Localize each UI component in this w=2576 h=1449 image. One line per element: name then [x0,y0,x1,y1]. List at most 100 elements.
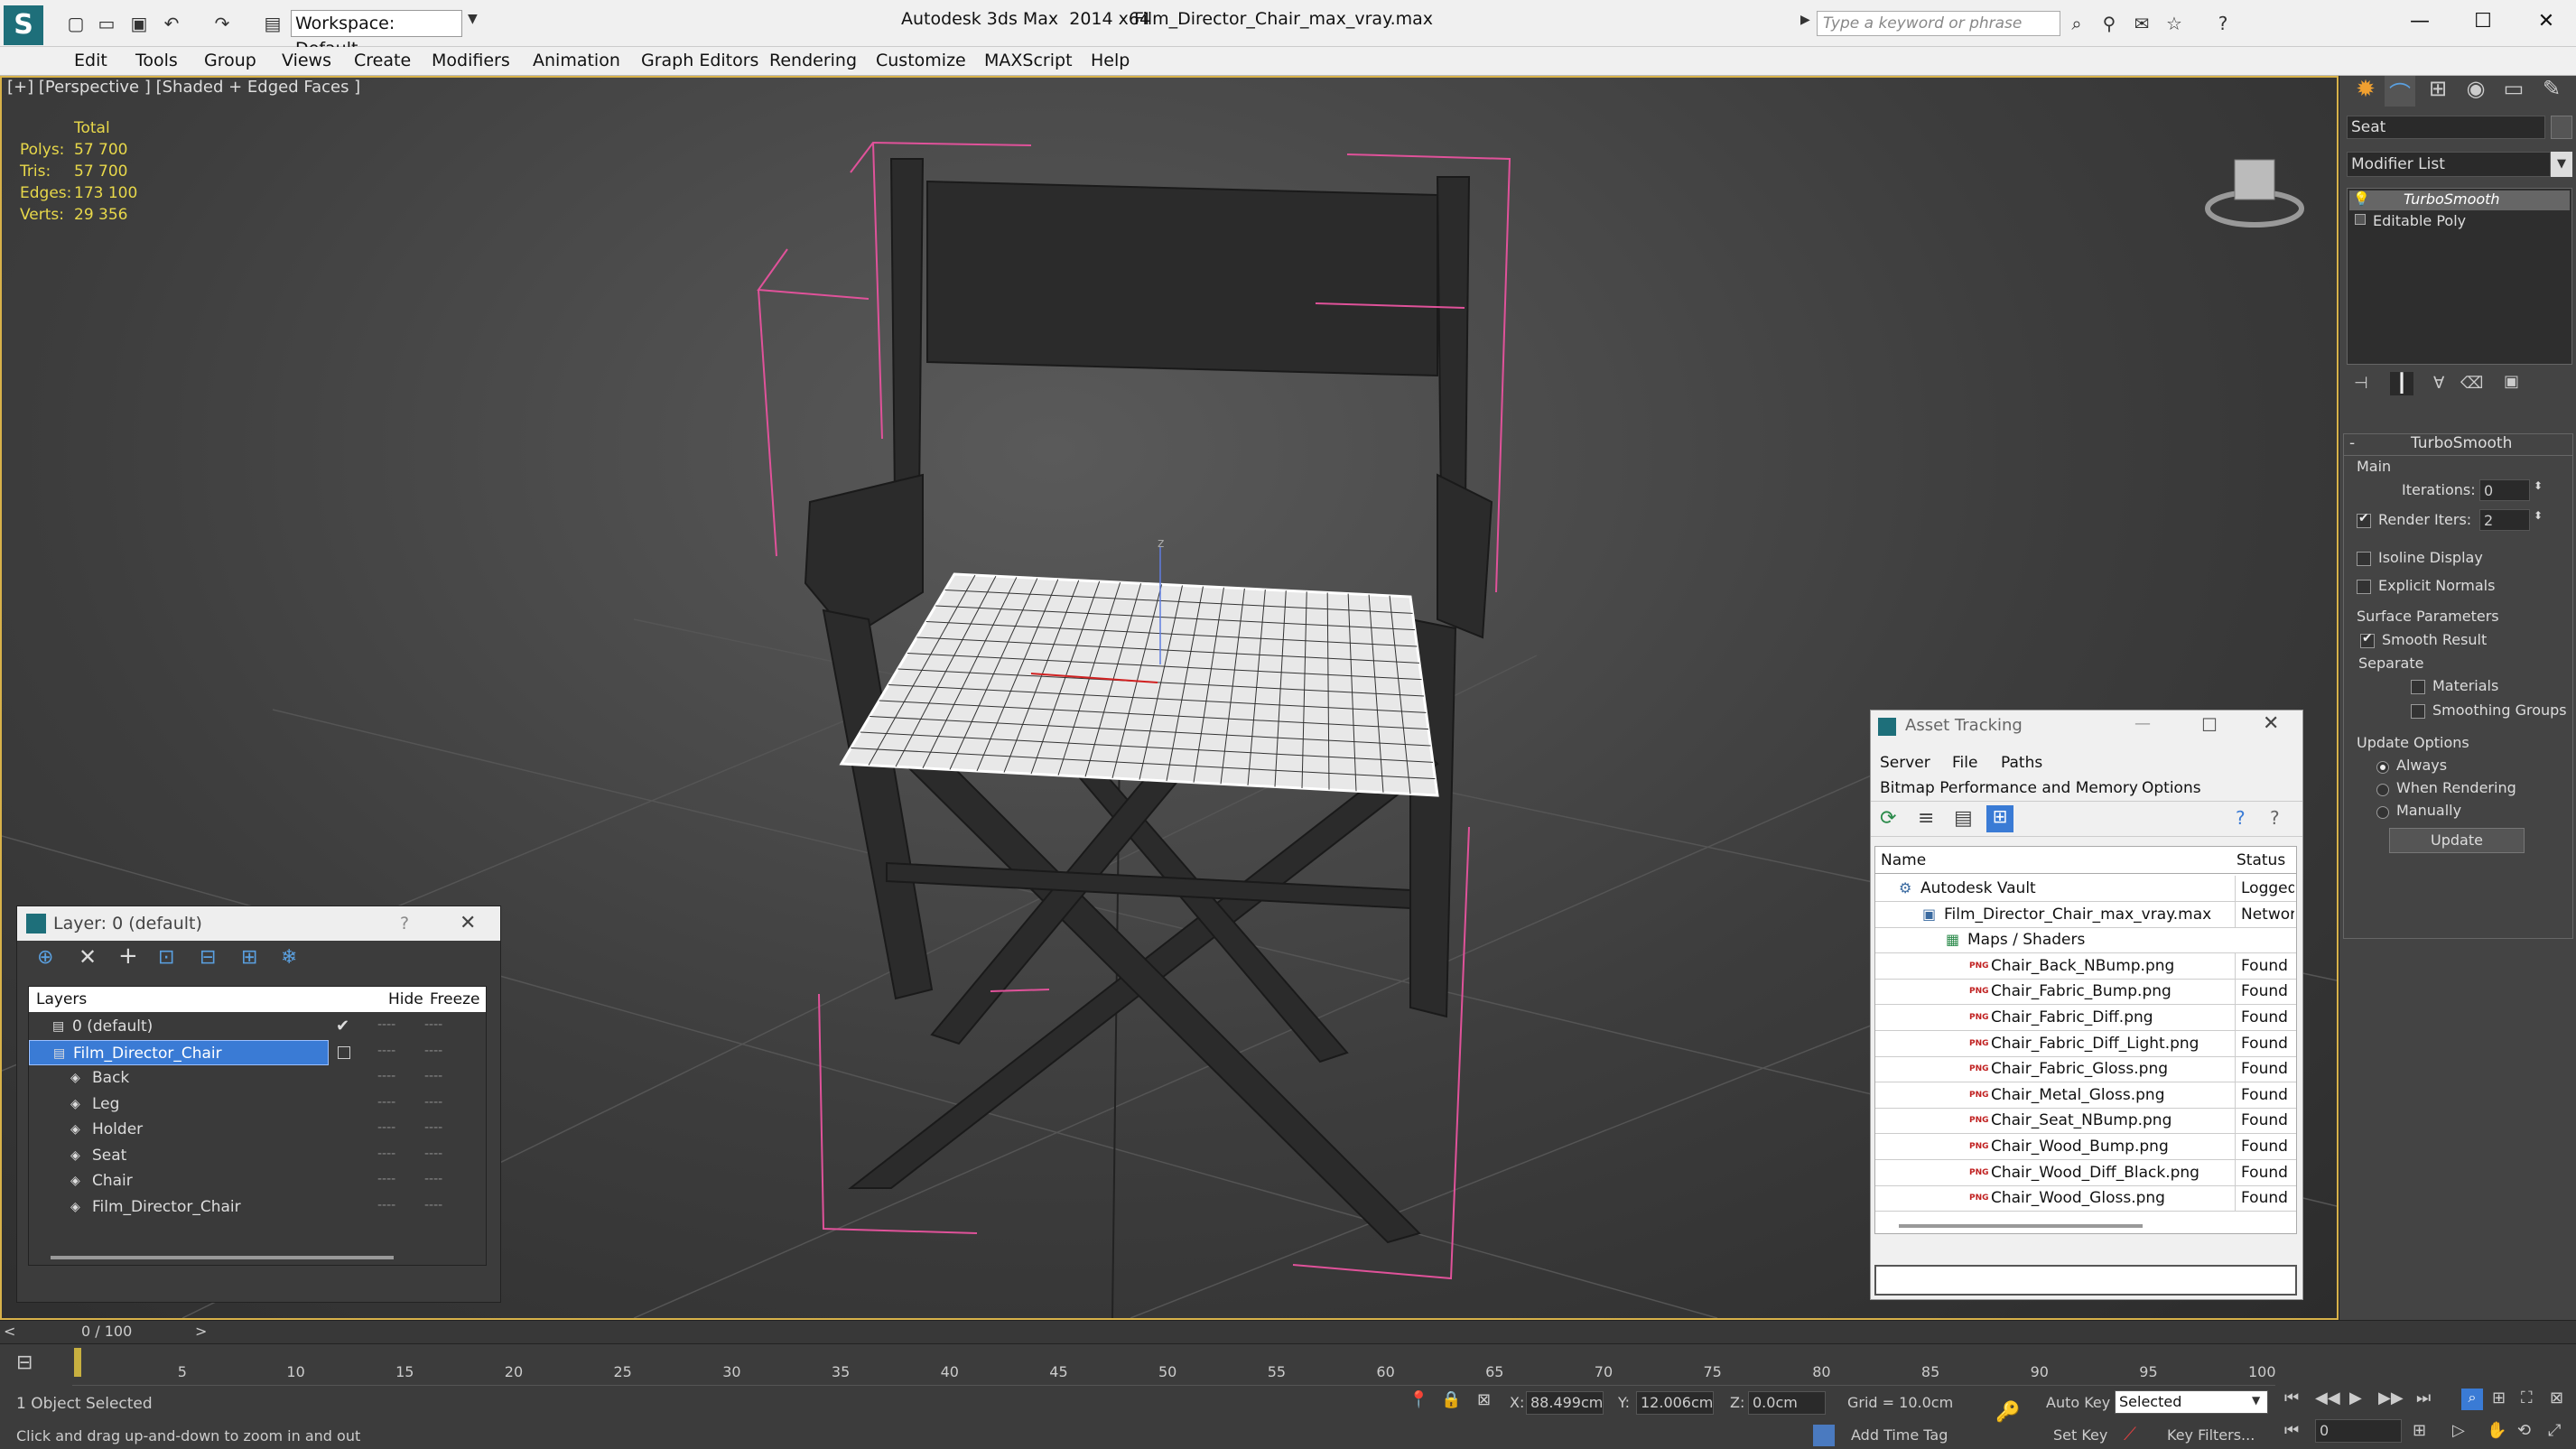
layer-hide-toggle[interactable]: ---- [377,1141,395,1166]
always-radio[interactable] [2376,761,2389,774]
key-mode-chevron-icon[interactable]: ▼ [2252,1394,2260,1407]
key-mode-toggle-icon[interactable]: ⏮ [2284,1421,2299,1440]
new-file-icon[interactable]: ▢ [65,13,87,34]
make-unique-icon[interactable]: ∀ [2433,374,2444,393]
configure-sets-icon[interactable]: ▣ [2504,372,2519,391]
menu-edit[interactable]: Edit [69,49,113,72]
asset-row[interactable]: PNG Chair_Wood_Bump.png Found [1875,1134,2296,1160]
layer-hide-toggle[interactable]: ---- [377,1090,395,1115]
object-color-swatch[interactable] [2551,116,2572,139]
layer-name-cell[interactable]: ◈ Back [29,1065,329,1091]
asset-row[interactable]: PNG Chair_Fabric_Bump.png Found [1875,979,2296,1006]
menu-maxscript[interactable]: MAXScript [979,49,1078,72]
stack-item-editable-poly[interactable]: Editable Poly [2349,212,2570,232]
motion-tab-icon[interactable]: ◉ [2460,76,2491,107]
x-coord-field[interactable]: 88.499cm [1526,1391,1604,1415]
highlight-layer-icon[interactable]: ⊟ [200,946,216,969]
asset-minimize-button[interactable]: — [2134,714,2151,733]
set-key-button[interactable]: Set Key [2053,1426,2107,1444]
create-layer-icon[interactable]: ⊕ [37,946,53,969]
hierarchy-tab-icon[interactable]: ⊞ [2423,76,2453,107]
pin-stack-icon[interactable]: ⊣ [2354,374,2368,393]
time-ruler-cursor[interactable] [74,1348,81,1377]
layer-dialog-header[interactable]: Layer: 0 (default) ? ✕ [17,906,500,941]
asset-row[interactable]: PNG Chair_Metal_Gloss.png Found [1875,1082,2296,1109]
redo-icon[interactable]: ↷ [211,13,233,34]
time-slider-prev-icon[interactable]: < [4,1323,15,1340]
render-iters-checkbox[interactable] [2357,511,2371,528]
manually-radio[interactable] [2376,806,2389,819]
layer-name-cell[interactable]: ▤ Film_Director_Chair [29,1039,329,1065]
vault-help-icon[interactable]: ? [2236,807,2246,829]
close-window-button[interactable]: ✕ [2526,5,2566,38]
zoom-all-icon[interactable]: ⊞ [2492,1389,2506,1407]
binoculars-icon[interactable]: ⌕ [2066,13,2088,34]
auto-key-button[interactable]: Auto Key [2046,1394,2110,1411]
time-slider-next-icon[interactable]: > [195,1323,207,1340]
render-iters-spinner-arrows-icon[interactable]: ⬍ [2534,509,2543,522]
asset-row[interactable]: PNG Chair_Fabric_Diff_Light.png Found [1875,1030,2296,1057]
layer-row[interactable]: ◈ Seat ---- ---- [29,1143,486,1168]
layer-freeze-toggle[interactable]: ---- [424,1115,442,1140]
when-rendering-radio[interactable] [2376,784,2389,796]
asset-menu-file[interactable]: File [1952,754,1977,772]
go-to-end-icon[interactable]: ⏭ [2416,1389,2431,1407]
workspace-chevron-icon[interactable]: ▼ [468,12,484,35]
layer-freeze-toggle[interactable]: ---- [424,1038,442,1064]
layer-name-cell[interactable]: ◈ Film_Director_Chair [29,1194,329,1220]
layer-row[interactable]: ◈ Chair ---- ---- [29,1168,486,1194]
explicit-normals-checkbox[interactable] [2357,580,2371,594]
layer-freeze-toggle[interactable]: ---- [424,1090,442,1115]
subscription-icon[interactable]: ⚲ [2098,13,2120,34]
app-logo-icon[interactable]: S [4,5,43,45]
absolute-mode-icon[interactable]: ⊠ [1477,1390,1491,1409]
time-slider-track[interactable]: < 0 / 100 > [0,1321,2576,1344]
menu-tools[interactable]: Tools [130,49,183,72]
asset-row[interactable]: PNG Chair_Seat_NBump.png Found [1875,1108,2296,1135]
layer-name-cell[interactable]: ◈ Leg [29,1091,329,1117]
current-frame-field[interactable]: 0 [2315,1419,2402,1443]
hide-all-layers-icon[interactable]: ⊞ [241,946,257,969]
undo-icon[interactable]: ↶ [161,13,182,34]
asset-menu-options[interactable]: Options [2142,779,2201,797]
layer-row[interactable]: ▤ Film_Director_Chair ---- ---- [29,1038,486,1065]
smoothing-groups-checkbox[interactable] [2411,704,2425,719]
freeze-all-layers-icon[interactable]: ❄ [281,946,297,969]
table-view-icon[interactable]: ⊞ [1986,805,2013,832]
go-to-start-icon[interactable]: ⏮ [2284,1389,2299,1407]
display-tab-icon[interactable]: ▭ [2498,76,2529,107]
asset-close-button[interactable]: ✕ [2263,712,2279,735]
update-button[interactable]: Update [2389,828,2525,853]
modify-tab-icon[interactable]: ⌒ [2385,76,2415,107]
image-view-icon[interactable]: ▤ [1954,807,1973,830]
viewport-label[interactable]: [+] [Perspective ] [Shaded + Edged Faces… [7,78,360,97]
layer-hide-toggle[interactable]: ---- [377,1038,395,1064]
delete-layer-icon[interactable]: ✕ [79,944,97,970]
menu-graph-editors[interactable]: Graph Editors [636,49,764,72]
layer-row[interactable]: ◈ Back ---- ---- [29,1065,486,1091]
y-coord-field[interactable]: 12.006cm [1636,1391,1714,1415]
select-in-layer-icon[interactable]: ⊡ [158,946,174,969]
utilities-tab-icon[interactable]: ✎ [2536,76,2567,107]
layer-name-cell[interactable]: ◈ Seat [29,1143,329,1168]
asset-menu-server[interactable]: Server [1880,754,1930,772]
layer-freeze-toggle[interactable]: ---- [424,1012,442,1037]
render-iters-spinner[interactable]: 2 [2479,509,2530,531]
maximize-button[interactable]: ☐ [2463,5,2503,38]
workspace-dropdown[interactable]: Workspace: Default [291,10,462,59]
add-to-layer-icon[interactable]: + [118,943,138,970]
next-frame-icon[interactable]: ▶▶ [2378,1389,2404,1407]
project-folder-icon[interactable]: ▤ [262,13,284,34]
add-time-tag-icon[interactable] [1813,1425,1835,1446]
stack-item-turbosmooth[interactable]: 💡 TurboSmooth [2349,190,2570,210]
orbit-icon[interactable]: ⟲ [2517,1421,2531,1440]
menu-customize[interactable]: Customize [870,49,972,72]
layer-name-cell[interactable]: ◈ Chair [29,1168,329,1194]
layer-hide-toggle[interactable]: ---- [377,1012,395,1037]
zoom-icon[interactable]: ⌕ [2461,1389,2483,1410]
expand-plus-icon[interactable] [2355,214,2366,225]
minimize-button[interactable]: — [2400,5,2440,38]
asset-list-hscrollbar[interactable] [1899,1224,2143,1228]
asset-row[interactable]: PNG Chair_Back_NBump.png Found [1875,952,2296,980]
modifier-list-dropdown[interactable]: Modifier List [2347,152,2551,177]
